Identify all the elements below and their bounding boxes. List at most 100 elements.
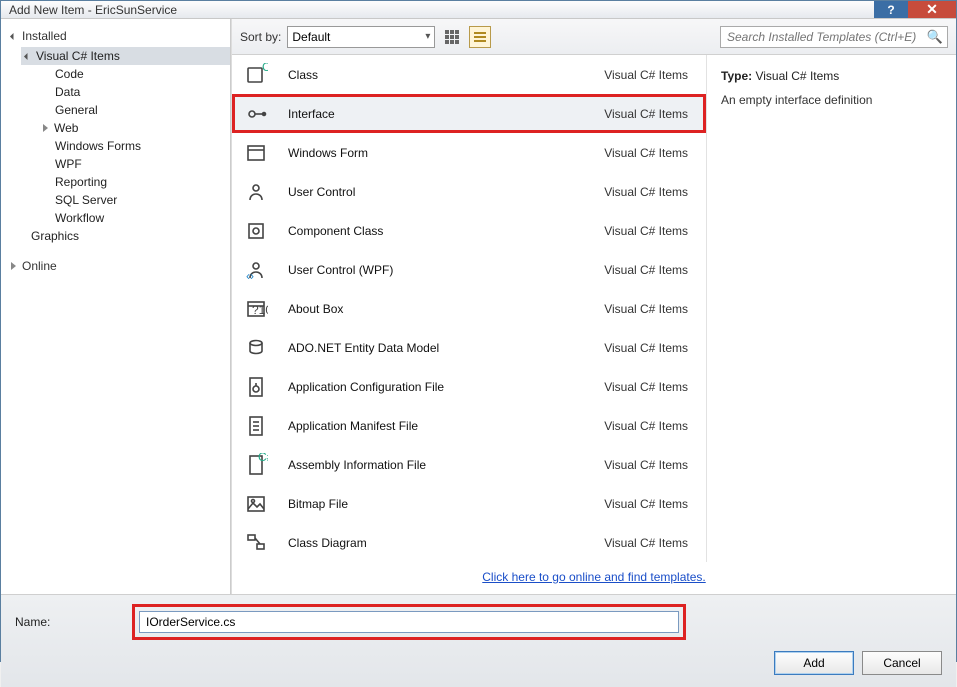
form-icon — [242, 139, 270, 167]
chevron-down-icon: ▾ — [425, 31, 430, 42]
tree-item-workflow[interactable]: Workflow — [39, 209, 230, 227]
template-item[interactable]: Application Configuration File Visual C#… — [232, 367, 706, 406]
template-name: Interface — [288, 107, 604, 121]
sortby-dropdown[interactable]: Default ▾ — [287, 26, 435, 48]
cancel-button[interactable]: Cancel — [862, 651, 942, 675]
name-highlight — [135, 607, 683, 637]
button-row: Add Cancel — [15, 651, 942, 675]
template-item[interactable]: User Control Visual C# Items — [232, 172, 706, 211]
content-area: Installed Visual C# Items Code Data Gene… — [1, 19, 956, 687]
list-icon — [474, 32, 486, 42]
sortby-value: Default — [292, 30, 330, 44]
template-category: Visual C# Items — [604, 419, 688, 433]
template-name: ADO.NET Entity Data Model — [288, 341, 604, 355]
installed-label: Installed — [22, 29, 67, 43]
template-category: Visual C# Items — [604, 380, 688, 394]
template-name: About Box — [288, 302, 604, 316]
chevron-down-icon — [24, 52, 31, 59]
template-name: Windows Form — [288, 146, 604, 160]
tree-item-sqlserver[interactable]: SQL Server — [39, 191, 230, 209]
template-item[interactable]: Bitmap File Visual C# Items — [232, 484, 706, 523]
csharp-children: Code Data General Web Windows Forms WPF … — [21, 65, 230, 227]
assembly-icon: C# — [242, 451, 270, 479]
online-link-row: Click here to go online and find templat… — [232, 562, 956, 594]
template-list[interactable]: C# Class Visual C# Items Interface Visua… — [232, 55, 706, 562]
tree-item-reporting[interactable]: Reporting — [39, 173, 230, 191]
template-category: Visual C# Items — [604, 263, 688, 277]
component-icon — [242, 217, 270, 245]
template-item[interactable]: Windows Form Visual C# Items — [232, 133, 706, 172]
online-header[interactable]: Online — [1, 255, 230, 277]
template-name: Assembly Information File — [288, 458, 604, 472]
manifest-icon — [242, 412, 270, 440]
close-button[interactable]: ✕ — [908, 1, 956, 18]
chevron-right-icon — [11, 262, 16, 270]
template-category: Visual C# Items — [604, 302, 688, 316]
template-item[interactable]: Component Class Visual C# Items — [232, 211, 706, 250]
template-name: User Control — [288, 185, 604, 199]
template-category: Visual C# Items — [604, 497, 688, 511]
svg-text:C#: C# — [262, 63, 268, 74]
detail-type-label: Type: — [721, 69, 752, 83]
template-name: Class — [288, 68, 604, 82]
add-button[interactable]: Add — [774, 651, 854, 675]
tree-root-csharp[interactable]: Visual C# Items — [21, 47, 230, 65]
sidebar: Installed Visual C# Items Code Data Gene… — [1, 19, 231, 594]
tree-item-general[interactable]: General — [39, 101, 230, 119]
about-icon: ?10 — [242, 295, 270, 323]
svg-text:‹›: ‹› — [246, 269, 254, 282]
toolbar: Sort by: Default ▾ 🔍 — [232, 19, 956, 55]
search-icon[interactable]: 🔍 — [927, 29, 943, 45]
template-category: Visual C# Items — [604, 341, 688, 355]
template-item[interactable]: ADO.NET Entity Data Model Visual C# Item… — [232, 328, 706, 367]
installed-tree: Visual C# Items Code Data General Web Wi… — [1, 47, 230, 245]
template-item[interactable]: C# Class Visual C# Items — [232, 55, 706, 94]
view-icons-button[interactable] — [441, 26, 463, 48]
view-list-button[interactable] — [469, 26, 491, 48]
tree-item-winforms[interactable]: Windows Forms — [39, 137, 230, 155]
tree-item-graphics[interactable]: Graphics — [15, 227, 230, 245]
template-item[interactable]: ‹› User Control (WPF) Visual C# Items — [232, 250, 706, 289]
template-item[interactable]: Interface Visual C# Items — [232, 94, 706, 133]
template-category: Visual C# Items — [604, 146, 688, 160]
search-box[interactable]: 🔍 — [720, 26, 948, 48]
name-row: Name: — [15, 607, 942, 637]
window-title: Add New Item - EricSunService — [9, 3, 874, 17]
search-input[interactable] — [727, 30, 927, 44]
chevron-down-icon — [10, 32, 17, 39]
detail-type-row: Type: Visual C# Items — [721, 69, 942, 83]
template-item[interactable]: ?10 About Box Visual C# Items — [232, 289, 706, 328]
bottom-panel: Name: Add Cancel — [1, 594, 956, 687]
template-name: User Control (WPF) — [288, 263, 604, 277]
detail-panel: Type: Visual C# Items An empty interface… — [706, 55, 956, 562]
online-templates-link[interactable]: Click here to go online and find templat… — [482, 570, 705, 584]
tree-item-data[interactable]: Data — [39, 83, 230, 101]
detail-description: An empty interface definition — [721, 93, 942, 107]
usercontrol-wpf-icon: ‹› — [242, 256, 270, 284]
online-label: Online — [22, 259, 57, 273]
detail-type-value: Visual C# Items — [755, 69, 839, 83]
tree-item-web[interactable]: Web — [39, 119, 230, 137]
ado-icon — [242, 334, 270, 362]
template-category: Visual C# Items — [604, 107, 688, 121]
tree-item-code[interactable]: Code — [39, 65, 230, 83]
help-button[interactable]: ? — [874, 1, 908, 18]
template-category: Visual C# Items — [604, 224, 688, 238]
template-category: Visual C# Items — [604, 536, 688, 550]
template-category: Visual C# Items — [604, 458, 688, 472]
diagram-icon — [242, 529, 270, 557]
template-name: Class Diagram — [288, 536, 604, 550]
chevron-right-icon — [43, 124, 48, 132]
template-category: Visual C# Items — [604, 185, 688, 199]
class-icon: C# — [242, 61, 270, 89]
tree-item-wpf[interactable]: WPF — [39, 155, 230, 173]
name-input[interactable] — [139, 611, 679, 633]
svg-text:C#: C# — [258, 453, 268, 464]
template-item[interactable]: Class Diagram Visual C# Items — [232, 523, 706, 562]
svg-text:?10: ?10 — [252, 303, 268, 317]
installed-header[interactable]: Installed — [1, 25, 230, 47]
dialog-window: Add New Item - EricSunService ? ✕ Instal… — [0, 0, 957, 662]
template-item[interactable]: C# Assembly Information File Visual C# I… — [232, 445, 706, 484]
template-item[interactable]: Application Manifest File Visual C# Item… — [232, 406, 706, 445]
grid-icon — [445, 30, 459, 44]
